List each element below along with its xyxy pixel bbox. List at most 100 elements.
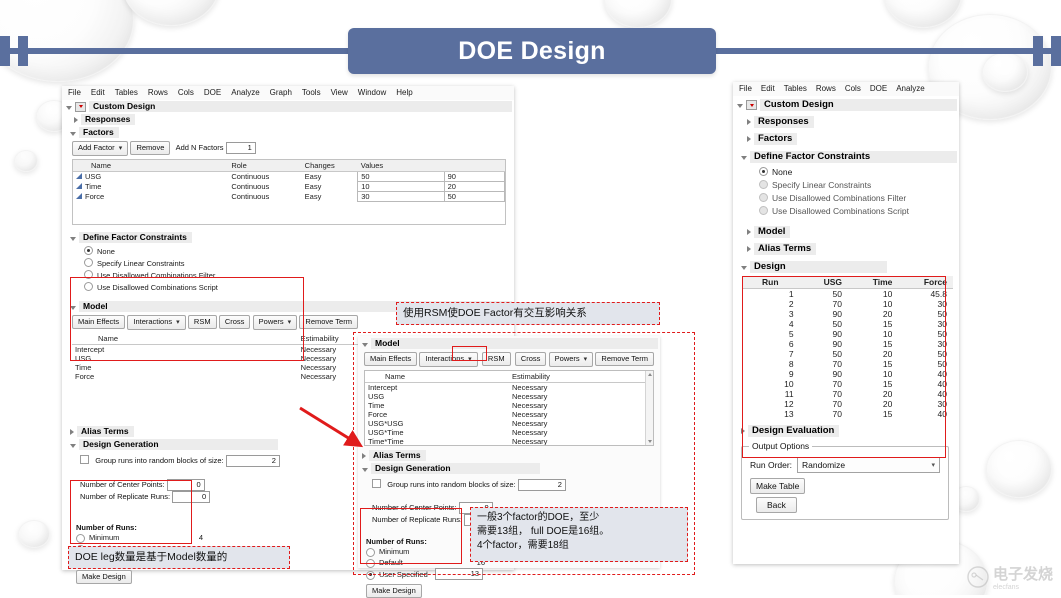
middle-model-section[interactable]: Model	[358, 336, 660, 350]
middle-alias-terms-section[interactable]: Alias Terms	[358, 449, 660, 462]
table-row[interactable]: 9 90 10 40	[743, 369, 953, 379]
table-row[interactable]: USG*Time Necessary	[365, 428, 653, 437]
table-row[interactable]: USG Continuous Easy 50 90	[73, 171, 506, 182]
radio-icon[interactable]	[366, 559, 375, 568]
middle-model-table[interactable]: Name Estimability Intercept Necessary USG…	[364, 370, 654, 446]
disclosure-open-icon[interactable]	[66, 105, 72, 110]
constraint-option-none[interactable]: None	[84, 245, 514, 257]
factor-low[interactable]: 10	[357, 181, 445, 192]
remove-term-button[interactable]: Remove Term	[595, 352, 654, 366]
menu-analyze[interactable]: Analyze	[231, 88, 259, 97]
center-points-input[interactable]: 0	[166, 479, 205, 491]
radio-icon[interactable]	[759, 193, 768, 202]
disclosure-open-icon[interactable]	[737, 104, 743, 108]
runs-user-input[interactable]: 13	[435, 568, 483, 580]
main-effects-button[interactable]: Main Effects	[72, 315, 126, 329]
table-row[interactable]: USG*USG Necessary	[365, 419, 653, 428]
add-n-factors-input[interactable]: 1	[225, 142, 256, 154]
radio-icon[interactable]	[84, 270, 93, 279]
radio-icon[interactable]	[366, 570, 375, 580]
design-table[interactable]: Run USG Time Force 1 50 10 45.8 2 70 10 30 3 90 20…	[743, 276, 953, 419]
table-row[interactable]: 7 50 20 50	[743, 349, 953, 359]
replicate-runs-input[interactable]: 0	[172, 491, 211, 503]
radio-icon[interactable]	[84, 246, 93, 255]
left-factors-toolbar[interactable]: Add Factor Remove Add N Factors 1	[62, 139, 514, 156]
disclosure-open-icon[interactable]	[741, 266, 747, 270]
constraint-option-script[interactable]: Use Disallowed Combinations Script	[759, 205, 959, 218]
chevron-down-icon[interactable]: ▾	[931, 461, 935, 469]
table-row[interactable]: 11 70 20 40	[743, 389, 953, 399]
disclosure-open-icon[interactable]	[362, 342, 368, 347]
radio-icon[interactable]	[84, 258, 93, 267]
radio-icon[interactable]	[759, 206, 768, 215]
runs-option-user-specified[interactable]: User Specified 13	[366, 568, 660, 580]
menu-cols[interactable]: Cols	[178, 88, 194, 97]
middle-design-generation-section[interactable]: Design Generation	[358, 462, 660, 475]
cross-button[interactable]: Cross	[514, 352, 547, 366]
constraint-option-filter[interactable]: Use Disallowed Combinations Filter	[759, 192, 959, 205]
menu-analyze[interactable]: Analyze	[896, 84, 924, 93]
right-design-section[interactable]: Design	[733, 260, 959, 274]
right-custom-design-header[interactable]: Custom Design	[733, 98, 959, 112]
remove-factor-button[interactable]: Remove	[130, 141, 171, 155]
disclosure-open-icon[interactable]	[70, 236, 76, 241]
table-row[interactable]: 12 70 20 30	[743, 399, 953, 409]
menu-edit[interactable]: Edit	[761, 84, 775, 93]
right-model-section[interactable]: Model	[733, 225, 959, 239]
menu-graph[interactable]: Graph	[270, 88, 292, 97]
table-row[interactable]: Time Necessary	[365, 401, 653, 410]
factor-high[interactable]: 90	[443, 171, 506, 182]
make-design-button[interactable]: Make Design	[366, 584, 422, 598]
table-row[interactable]: 6 90 15 30	[743, 339, 953, 349]
back-button[interactable]: Back	[756, 497, 797, 513]
disclosure-closed-icon[interactable]	[747, 119, 751, 125]
factor-high[interactable]: 50	[443, 191, 506, 202]
menu-rows[interactable]: Rows	[816, 84, 836, 93]
powers-button[interactable]: Powers	[548, 352, 594, 367]
make-table-button[interactable]: Make Table	[750, 478, 806, 494]
table-row[interactable]: 1 50 10 45.8	[743, 289, 953, 299]
menu-tools[interactable]: Tools	[302, 88, 321, 97]
left-constraints-section[interactable]: Define Factor Constraints	[62, 231, 514, 244]
left-menubar[interactable]: File Edit Tables Rows Cols DOE Analyze G…	[62, 86, 514, 100]
disclosure-open-icon[interactable]	[741, 156, 747, 160]
left-factors-section[interactable]: Factors	[62, 126, 514, 139]
menu-tables[interactable]: Tables	[784, 84, 807, 93]
right-alias-terms-section[interactable]: Alias Terms	[733, 242, 959, 256]
table-row[interactable]: 8 70 15 50	[743, 359, 953, 369]
left-responses-section[interactable]: Responses	[62, 113, 514, 126]
table-row[interactable]: 2 70 10 30	[743, 299, 953, 309]
table-row[interactable]: 5 90 10 50	[743, 329, 953, 339]
table-row[interactable]: 10 70 15 40	[743, 379, 953, 389]
right-responses-section[interactable]: Responses	[733, 115, 959, 129]
factor-low[interactable]: 30	[357, 191, 445, 202]
menu-help[interactable]: Help	[396, 88, 412, 97]
table-row[interactable]: 3 90 20 50	[743, 309, 953, 319]
disclosure-closed-icon[interactable]	[741, 428, 745, 434]
left-constraints-radio-group[interactable]: None Specify Linear Constraints Use Disa…	[62, 244, 514, 293]
remove-term-button[interactable]: Remove Term	[299, 315, 358, 329]
table-row[interactable]: Force Necessary	[365, 410, 653, 419]
menu-file[interactable]: File	[739, 84, 752, 93]
left-factors-table[interactable]: Name Role Changes Values USG Continuous …	[72, 159, 506, 225]
right-factors-section[interactable]: Factors	[733, 132, 959, 146]
menu-rows[interactable]: Rows	[148, 88, 168, 97]
group-runs-checkbox[interactable]	[80, 455, 89, 464]
cross-button[interactable]: Cross	[218, 315, 251, 329]
run-order-select[interactable]: Randomize ▾	[797, 457, 940, 473]
rsm-button[interactable]: RSM	[187, 315, 217, 329]
disclosure-closed-icon[interactable]	[70, 428, 74, 435]
radio-icon[interactable]	[76, 534, 85, 543]
radio-icon[interactable]	[759, 167, 768, 176]
middle-model-toolbar[interactable]: Main Effects Interactions RSM Cross Powe…	[358, 350, 660, 367]
radio-icon[interactable]	[759, 180, 768, 189]
left-custom-design-header[interactable]: Custom Design	[62, 100, 514, 113]
interactions-button[interactable]: Interactions	[419, 352, 478, 367]
menu-file[interactable]: File	[68, 88, 81, 97]
group-runs-size-input[interactable]: 2	[225, 455, 280, 467]
table-row[interactable]: 4 50 15 30	[743, 319, 953, 329]
model-list-scrollbar[interactable]	[645, 371, 653, 445]
table-row[interactable]: Force Continuous Easy 30 50	[73, 191, 506, 202]
radio-icon[interactable]	[366, 548, 375, 557]
constraint-option-script[interactable]: Use Disallowed Combinations Script	[84, 281, 514, 293]
